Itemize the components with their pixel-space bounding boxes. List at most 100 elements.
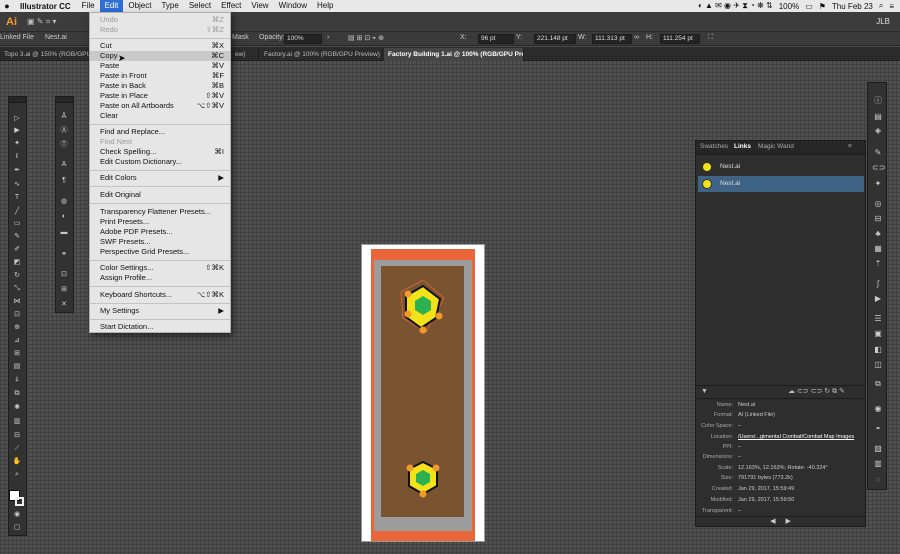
- menu-object[interactable]: Object: [123, 0, 156, 12]
- color-icon[interactable]: ◓: [872, 424, 884, 434]
- link-actions-icons[interactable]: ☁ ⊂⊃ ⊂⊃ ↻ ⧉ ✎: [788, 386, 845, 398]
- selection-tool-icon[interactable]: ▶: [11, 126, 23, 135]
- menu-item-color-settings[interactable]: Color Settings... ⇧⌘K: [90, 263, 230, 273]
- pathfinder-icon[interactable]: ◧: [872, 345, 884, 355]
- gradient-icon[interactable]: ▨: [872, 444, 884, 454]
- menu-item-perspective-grid-presets[interactable]: Perspective Grid Presets...: [90, 247, 230, 257]
- svg-interactivity-icon[interactable]: ∫: [872, 279, 884, 289]
- tab-factory-building[interactable]: Factory Building 1.ai @ 100% (RGB/GPU Pr…: [384, 48, 524, 61]
- menu-item-keyboard-shortcuts[interactable]: Keyboard Shortcuts... ⌥⇧⌘K: [90, 290, 230, 300]
- status-menu-icons[interactable]: ◐ ▲ ✉ ◉ ✈ ⧗ ◔ ❋ ⇅: [698, 1, 773, 11]
- menu-item-paste[interactable]: Paste ⌘V: [90, 61, 230, 71]
- menu-item-paste-in-back[interactable]: Paste in Back ⌘B: [90, 81, 230, 91]
- battery-label[interactable]: 100%: [779, 2, 799, 11]
- symbols-icon[interactable]: ♣: [872, 229, 884, 239]
- asset-export-icon[interactable]: ⇡: [872, 259, 884, 269]
- menu-select[interactable]: Select: [184, 0, 216, 12]
- user-account[interactable]: JLB: [876, 17, 900, 26]
- show-info-toggle-icon[interactable]: ▼: [701, 386, 708, 398]
- w-field[interactable]: 111.313 pt: [592, 34, 632, 44]
- shape-builder-tool-icon[interactable]: ⊕: [11, 323, 23, 332]
- mesh-tool-icon[interactable]: ⊞: [11, 349, 23, 358]
- menu-window[interactable]: Window: [274, 0, 312, 12]
- pen-tool-icon[interactable]: ✒: [11, 166, 23, 175]
- slice-tool-icon[interactable]: ⟋: [11, 444, 23, 453]
- rectangle-tool-icon[interactable]: ▭: [11, 219, 23, 228]
- app-name-menu[interactable]: Illustrator CC: [14, 2, 77, 11]
- menu-help[interactable]: Help: [312, 0, 338, 12]
- drawing-mode-icon[interactable]: ◉: [11, 510, 23, 519]
- menu-item-paste-on-all-artboards[interactable]: Paste on All Artboards ⌥⇧⌘V: [90, 101, 230, 111]
- info-icon[interactable]: ⓘ: [872, 96, 884, 106]
- magic-wand-tool-icon[interactable]: ✦: [11, 139, 23, 148]
- workspace-icons[interactable]: ▣ ✎ ⌗ ▾: [23, 17, 56, 27]
- menu-item-copy[interactable]: Copy ⌘C: [90, 51, 230, 61]
- menu-item-paste-in-place[interactable]: Paste in Place ⇧⌘V: [90, 91, 230, 101]
- menu-item-assign-profile[interactable]: Assign Profile...: [90, 273, 230, 283]
- shaper-tool-icon[interactable]: ✐: [11, 245, 23, 254]
- menu-list-icon[interactable]: ≡: [889, 2, 894, 11]
- paintbrush-tool-icon[interactable]: ✎: [11, 232, 23, 241]
- character-panel-icon[interactable]: A: [58, 160, 70, 169]
- menu-edit[interactable]: Edit: [99, 0, 124, 12]
- link-item[interactable]: Nest.ai: [698, 159, 864, 175]
- lasso-tool-icon[interactable]: ℓ: [11, 152, 23, 161]
- search-icon[interactable]: ⌕: [879, 1, 883, 11]
- menu-view[interactable]: View: [246, 0, 273, 12]
- artboards-icon[interactable]: ◫: [872, 360, 884, 370]
- magic-wand-icon[interactable]: ✦: [872, 179, 884, 189]
- menu-item-transparency-flattener-presets[interactable]: Transparency Flattener Presets...: [90, 207, 230, 217]
- menu-item-edit-custom-dictionary[interactable]: Edit Custom Dictionary...: [90, 157, 230, 167]
- rotate-tool-icon[interactable]: ↻: [11, 271, 23, 280]
- color-guide-icon[interactable]: ⧉: [872, 379, 884, 389]
- hand-tool-icon[interactable]: ✋: [11, 457, 23, 466]
- tab-fragment[interactable]: ew): [231, 48, 259, 61]
- mask-button[interactable]: Mask: [232, 34, 249, 41]
- menu-item-paste-in-front[interactable]: Paste in Front ⌘F: [90, 71, 230, 81]
- actions-icon[interactable]: ▶: [872, 294, 884, 304]
- zoom-tool-icon[interactable]: ⌕: [11, 470, 23, 479]
- screen-mode-icon[interactable]: ▢: [11, 523, 23, 532]
- menu-effect[interactable]: Effect: [216, 0, 246, 12]
- appearance-icon[interactable]: ◉: [872, 404, 884, 414]
- linked-file-label[interactable]: Linked File: [0, 34, 34, 41]
- menu-item-start-dictation[interactable]: Start Dictation...: [90, 322, 230, 332]
- menu-item-find-and-replace[interactable]: Find and Replace...: [90, 127, 230, 137]
- stroke-icon[interactable]: ▥: [872, 459, 884, 469]
- pathfinder-panel-icon[interactable]: ⚭: [58, 250, 70, 259]
- menu-item-edit-colors[interactable]: Edit Colors ▶: [90, 173, 230, 183]
- tools-panel-grip[interactable]: [9, 97, 26, 103]
- touch-type-tool-icon[interactable]: Ā: [58, 112, 70, 121]
- secondary-panel-grip[interactable]: [56, 97, 73, 103]
- brushes-icon[interactable]: ✎: [872, 148, 884, 158]
- flag-icon[interactable]: ⚑: [819, 2, 826, 11]
- graphic-styles-icon[interactable]: ⊟: [872, 214, 884, 224]
- menu-file[interactable]: File: [77, 0, 100, 12]
- clock-label[interactable]: Thu Feb 23: [832, 2, 873, 11]
- align-icons[interactable]: ▤ ⊞ ⊡ ⌖ ⊕: [348, 34, 384, 43]
- opacity-field[interactable]: 100%: [284, 34, 322, 44]
- previous-link-icon[interactable]: ◀: [770, 518, 775, 525]
- links-icon[interactable]: ⊂⊃: [872, 163, 885, 173]
- panel-menu-icon[interactable]: ≡: [848, 143, 852, 150]
- column-graph-tool-icon[interactable]: ▥: [11, 417, 23, 426]
- stroke-swatch[interactable]: [15, 497, 24, 506]
- blend-tool-icon[interactable]: ⧉: [11, 389, 23, 398]
- menu-item-edit-original[interactable]: Edit Original: [90, 190, 230, 200]
- scale-tool-icon[interactable]: ⤡: [11, 284, 23, 293]
- menu-type[interactable]: Type: [156, 0, 183, 12]
- tab-magic-wand[interactable]: Magic Wand: [758, 143, 794, 150]
- link-item-selected[interactable]: Nest.ai: [698, 176, 864, 192]
- type-tool-icon[interactable]: T: [11, 193, 23, 202]
- symbol-sprayer-tool-icon[interactable]: ✺: [11, 403, 23, 412]
- linked-file-name[interactable]: Nest.ai: [45, 34, 67, 41]
- direct-selection-tool-icon[interactable]: ▷: [11, 114, 23, 123]
- x-field[interactable]: 96 pt: [478, 34, 514, 44]
- tab-swatches[interactable]: Swatches: [700, 143, 728, 150]
- menu-item-cut[interactable]: Cut ⌘X: [90, 41, 230, 51]
- menu-item-clear[interactable]: Clear: [90, 111, 230, 121]
- eyedropper-tool-icon[interactable]: ⍋: [11, 375, 23, 384]
- transform-icon[interactable]: ⛶: [708, 34, 713, 42]
- link-proportions-icon[interactable]: ∞: [634, 34, 639, 41]
- layers-panel-icon[interactable]: ⊡: [58, 270, 70, 279]
